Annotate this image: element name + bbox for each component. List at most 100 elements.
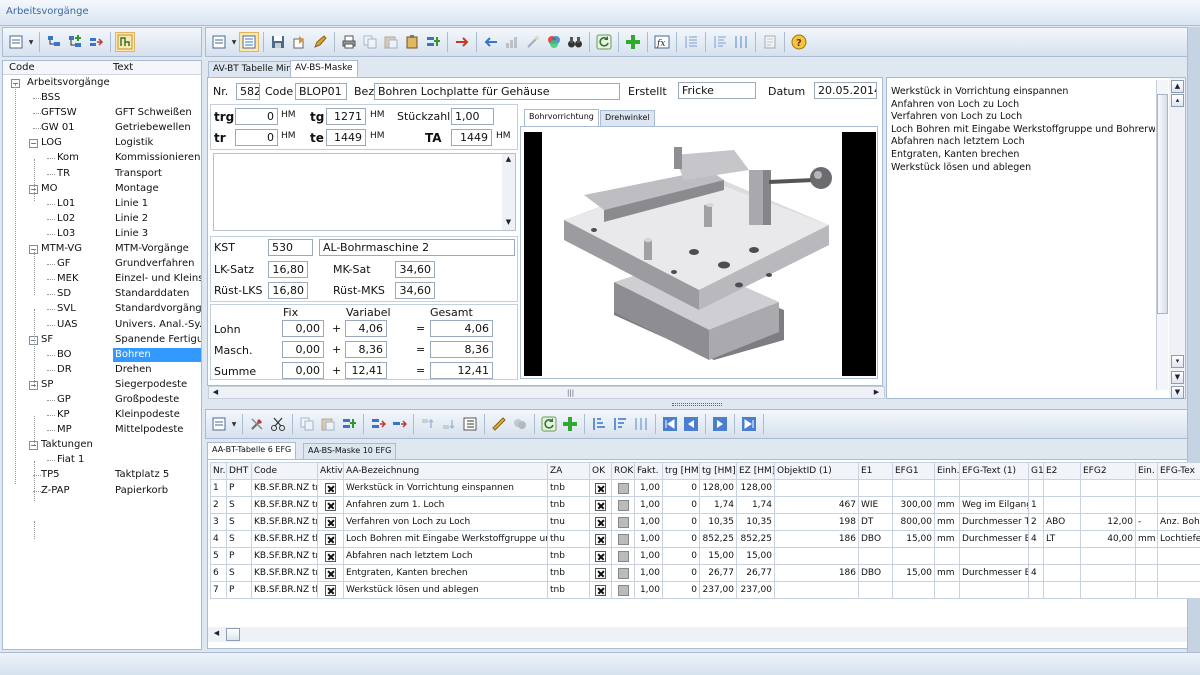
table-cell[interactable]: KB.SF.BR.HZ th	[251, 530, 318, 548]
tab-aa-bs-maske[interactable]: AA-BS-Maske 10 EFG	[303, 443, 397, 459]
column-header[interactable]: OK	[589, 462, 612, 480]
table-cell[interactable]: DBO	[858, 564, 893, 582]
table-cell[interactable]: 1,00	[634, 547, 663, 565]
checkbox-checked-icon[interactable]	[595, 533, 606, 545]
description-scroll-top-icon[interactable]: ▲	[1171, 80, 1184, 93]
ok-checkbox-cell[interactable]	[589, 547, 612, 565]
table-cell[interactable]: 1,74	[699, 496, 737, 514]
table-cell[interactable]: KB.SF.BR.NZ tn	[251, 564, 318, 582]
column-header[interactable]: G1	[1028, 462, 1044, 480]
table-cell[interactable]	[1043, 547, 1081, 565]
aktiv-checkbox-cell[interactable]	[317, 581, 344, 599]
tree-node[interactable]: DR Drehen	[3, 362, 201, 377]
column-header[interactable]: Einh.	[934, 462, 960, 480]
rok-checkbox-cell[interactable]	[611, 581, 635, 599]
column-header[interactable]: Code	[251, 462, 318, 480]
tree-node[interactable]: − LOG Logistik	[3, 135, 201, 150]
edit-icon[interactable]	[310, 32, 330, 52]
table-cell[interactable]: 1,00	[634, 496, 663, 514]
tree-node[interactable]: Z-PAP Papierkorb	[3, 483, 201, 498]
table-cell[interactable]: 1	[1028, 496, 1044, 514]
description-scroll-up-icon[interactable]: ▴	[1171, 94, 1184, 107]
table-cell[interactable]: P	[226, 581, 252, 599]
table-cell[interactable]: tnb	[547, 581, 590, 599]
help-icon[interactable]: ?	[789, 32, 809, 52]
column-header[interactable]: Aktiv	[317, 462, 344, 480]
group-icon[interactable]	[510, 414, 530, 434]
tree-add-child-icon[interactable]	[65, 32, 85, 52]
table-cell[interactable]: 10,35	[736, 513, 775, 531]
table-cell[interactable]: Loch Bohren mit Eingabe Werkstoffgruppe …	[343, 530, 548, 548]
table-cell[interactable]	[892, 547, 935, 565]
column-header[interactable]: E1	[858, 462, 893, 480]
memo-scroll-down-icon[interactable]: ▼	[502, 217, 515, 230]
checkbox-checked-icon[interactable]	[325, 516, 336, 528]
checkbox-checked-icon[interactable]	[325, 584, 336, 596]
table-cell[interactable]: 12,00	[1080, 513, 1136, 531]
table-row[interactable]: 7 P KB.SF.BR.NZ th Werkstück lösen und able…	[210, 581, 1200, 599]
table-cell[interactable]: Anz. Boh	[1157, 513, 1200, 531]
column-header[interactable]: ROK	[611, 462, 635, 480]
first-record-icon[interactable]	[660, 414, 680, 434]
table-cell[interactable]	[858, 479, 893, 497]
dropdown-arrow-icon[interactable]: ▼	[230, 414, 238, 434]
column-header[interactable]: EFG1	[892, 462, 935, 480]
table-cell[interactable]	[858, 547, 893, 565]
checkbox-checked-icon[interactable]	[595, 482, 606, 494]
tree-node[interactable]: GW 01 Getriebewellen	[3, 120, 201, 135]
table-cell[interactable]: P	[226, 479, 252, 497]
paste-icon[interactable]	[381, 32, 401, 52]
grid-scroll-left-icon[interactable]: ◀	[210, 628, 223, 641]
column-header[interactable]: DHT	[226, 462, 252, 480]
clipboard-icon[interactable]	[402, 32, 422, 52]
magic-icon[interactable]	[523, 32, 543, 52]
grid-scroll-thumb[interactable]	[226, 628, 240, 641]
table-cell[interactable]	[892, 479, 935, 497]
tree-node[interactable]: − MTM-VG MTM-Vorgänge	[3, 241, 201, 256]
table-cell[interactable]: tnb	[547, 479, 590, 497]
tree-node[interactable]: L01 Linie 1	[3, 196, 201, 211]
print-icon[interactable]	[339, 32, 359, 52]
table-cell[interactable]: 800,00	[892, 513, 935, 531]
table-cell[interactable]	[959, 479, 1029, 497]
save-icon[interactable]	[268, 32, 288, 52]
table-cell[interactable]: 15,00	[736, 547, 775, 565]
column-header[interactable]: EFG2	[1080, 462, 1136, 480]
paste-icon[interactable]	[318, 414, 338, 434]
masch-fix-field[interactable]: 0,00	[282, 341, 324, 358]
table-cell[interactable]: 2	[1028, 513, 1044, 531]
table-cell[interactable]: 15,00	[892, 530, 935, 548]
form-scroll-right-icon[interactable]: ▶	[870, 387, 883, 398]
table-cell[interactable]: 40,00	[1080, 530, 1136, 548]
table-cell[interactable]	[1043, 564, 1081, 582]
table-cell[interactable]: 26,77	[699, 564, 737, 582]
table-cell[interactable]: 852,25	[736, 530, 775, 548]
description-scroll-down-icon[interactable]: ▾	[1171, 355, 1184, 368]
tree-node[interactable]: TP5 Taktplatz 5	[3, 467, 201, 482]
table-row[interactable]: 2 S KB.SF.BR.NZ tn Anfahren zum 1. Loch tnb 1…	[210, 496, 1200, 514]
cut-icon[interactable]	[268, 414, 288, 434]
tree-node[interactable]: SVL Standardvorgäng...	[3, 301, 201, 316]
table-cell[interactable]: DBO	[858, 530, 893, 548]
table-cell[interactable]	[959, 581, 1029, 599]
table-cell[interactable]	[1157, 581, 1200, 599]
summe-ges-field[interactable]: 12,41	[430, 362, 493, 379]
sort-desc-icon[interactable]	[610, 414, 630, 434]
table-cell[interactable]: thu	[547, 530, 590, 548]
table-cell[interactable]: tnu	[547, 513, 590, 531]
table-cell[interactable]: 237,00	[699, 581, 737, 599]
table-cell[interactable]: 0	[662, 547, 700, 565]
nr-field[interactable]: 582	[236, 83, 260, 100]
form-scroll-left-icon[interactable]: ◀	[209, 387, 222, 398]
tree-collapse-icon[interactable]: −	[29, 139, 38, 149]
tree-node[interactable]: − MO Montage	[3, 181, 201, 196]
code-field[interactable]: BLOP01	[295, 83, 347, 100]
sort-icon[interactable]	[502, 32, 522, 52]
tree-node[interactable]: − Arbeitsvorgänge	[3, 75, 201, 90]
description-scroll-end-icon[interactable]: ▼	[1171, 386, 1184, 399]
ok-checkbox-cell[interactable]	[589, 564, 612, 582]
aktiv-checkbox-cell[interactable]	[317, 479, 344, 497]
grid-h-scrollbar[interactable]	[208, 627, 1187, 642]
table-cell[interactable]: 237,00	[736, 581, 775, 599]
table-cell[interactable]: Durchmesser B	[959, 530, 1029, 548]
